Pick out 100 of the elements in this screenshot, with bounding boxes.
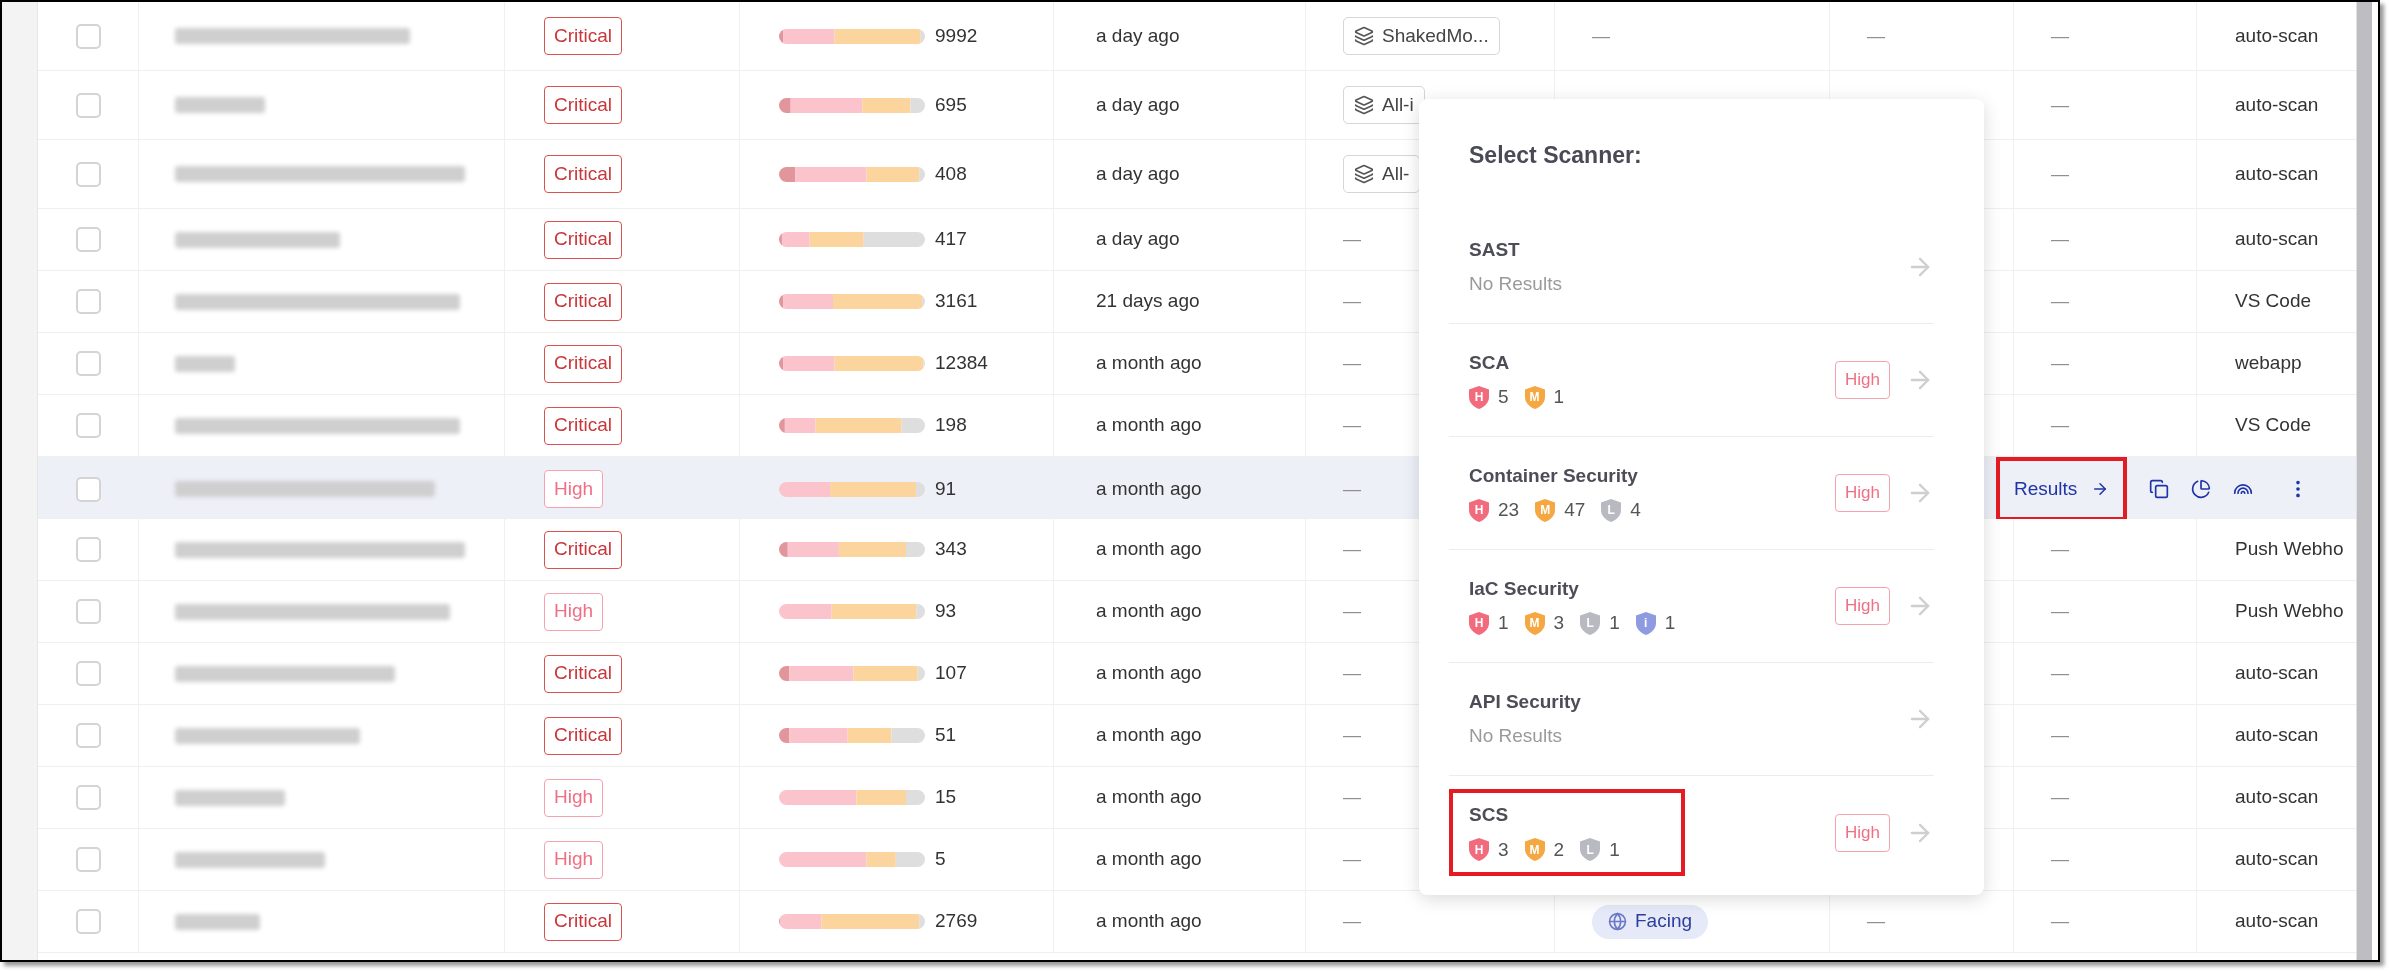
row-checkbox[interactable]: [75, 599, 101, 624]
row-checkbox[interactable]: [75, 289, 101, 314]
severity-shield: L: [1601, 498, 1622, 522]
copy-icon[interactable]: [2149, 479, 2170, 499]
severity-badge: High: [544, 840, 604, 879]
last-scan-date: a month ago: [1096, 599, 1202, 624]
row-checkbox[interactable]: [75, 161, 101, 187]
scanner-option[interactable]: SCA H 5 M 1 High: [1449, 324, 1934, 437]
severity-badge: Critical: [544, 902, 623, 941]
last-scan-date: a day ago: [1096, 23, 1180, 48]
severity-badge: Critical: [544, 654, 623, 693]
scan-source: auto-scan: [2235, 161, 2319, 186]
pie-chart-icon[interactable]: [2191, 479, 2212, 499]
severity-shield: L: [1580, 611, 1601, 635]
row-checkbox[interactable]: [75, 23, 101, 49]
empty-dash: —: [1343, 414, 1361, 437]
severity-badge: Critical: [544, 344, 623, 383]
empty-dash: —: [2051, 290, 2069, 313]
empty-dash: —: [2051, 910, 2069, 933]
scanner-name: Container Security: [1469, 463, 1639, 488]
empty-dash: —: [1343, 786, 1361, 809]
severity-badge: High: [544, 592, 604, 631]
scanner-option[interactable]: Container Security H 23 M 47 L 4 High: [1449, 437, 1934, 550]
row-checkbox[interactable]: [75, 92, 101, 118]
last-scan-date: a month ago: [1096, 413, 1202, 438]
issue-count: 2769: [935, 909, 978, 934]
row-checkbox[interactable]: [75, 909, 101, 934]
table-row[interactable]: Critical 2769 a month ago — Facing — — auto-scan: [38, 891, 2356, 953]
severity-badge: High: [544, 470, 604, 508]
last-scan-date: a day ago: [1096, 161, 1180, 186]
finding-count: 1: [1609, 611, 1620, 635]
severity-badge: High: [1835, 474, 1890, 512]
row-checkbox[interactable]: [75, 476, 101, 502]
severity-badge: Critical: [544, 86, 623, 124]
empty-dash: —: [2051, 538, 2069, 561]
row-checkbox[interactable]: [75, 785, 101, 810]
menu-title: Select Scanner:: [1469, 140, 1642, 170]
empty-dash: —: [1343, 477, 1361, 501]
scan-source: auto-scan: [2235, 785, 2319, 810]
scan-source: Push Webho: [2235, 599, 2344, 624]
row-checkbox[interactable]: [75, 537, 101, 562]
finding-count: 1: [1609, 837, 1620, 862]
scan-source: VS Code: [2235, 413, 2312, 438]
scan-source: auto-scan: [2235, 723, 2319, 748]
severity-badge: Critical: [544, 155, 623, 193]
issue-count: 12384: [935, 351, 988, 376]
row-checkbox[interactable]: [75, 351, 101, 376]
severity-badge: Critical: [544, 716, 623, 755]
scanner-option[interactable]: IaC Security H 1 M 3 L 1 i 1 High: [1449, 550, 1934, 663]
issue-count: 343: [935, 537, 967, 562]
issue-count: 417: [935, 227, 967, 252]
severity-badge: High: [1835, 361, 1890, 399]
scanner-option[interactable]: SAST No Results: [1449, 211, 1934, 324]
layers-icon: [1354, 95, 1374, 115]
issue-count: 5: [935, 847, 946, 872]
project-chip[interactable]: ShakedMo...: [1343, 17, 1500, 55]
row-checkbox[interactable]: [75, 413, 101, 438]
last-scan-date: a month ago: [1096, 476, 1202, 501]
scan-source: auto-scan: [2235, 847, 2319, 872]
empty-dash: —: [1343, 910, 1361, 933]
scan-source: auto-scan: [2235, 92, 2319, 117]
layers-icon: [1354, 26, 1374, 46]
severity-badge: High: [544, 778, 604, 817]
issue-count: 408: [935, 161, 967, 186]
empty-dash: —: [2051, 600, 2069, 623]
empty-dash: —: [1343, 662, 1361, 685]
row-checkbox[interactable]: [75, 661, 101, 686]
scan-source: auto-scan: [2235, 909, 2319, 934]
table-row[interactable]: Critical 9992 a day ago ShakedMo... — — — auto-scan: [38, 2, 2356, 71]
empty-dash: —: [1343, 600, 1361, 623]
issue-count: 15: [935, 785, 957, 810]
row-checkbox[interactable]: [75, 227, 101, 252]
empty-dash: —: [1343, 538, 1361, 561]
finding-count: 23: [1498, 498, 1520, 522]
scan-source: webapp: [2235, 351, 2302, 376]
redacted-text: [175, 355, 235, 372]
row-checkbox[interactable]: [75, 847, 101, 872]
scan-source: auto-scan: [2235, 23, 2319, 48]
scanner-status: No Results: [1469, 724, 1563, 748]
finding-count: 1: [1498, 611, 1509, 635]
finding-count: 3: [1498, 837, 1509, 862]
severity-badge: Critical: [544, 282, 623, 321]
empty-dash: —: [1343, 848, 1361, 871]
issue-count: 91: [935, 476, 957, 501]
empty-dash: —: [2051, 162, 2069, 186]
last-scan-date: a month ago: [1096, 785, 1202, 810]
empty-dash: —: [1343, 352, 1361, 375]
severity-shield: M: [1524, 385, 1545, 409]
empty-dash: —: [2051, 662, 2069, 685]
empty-dash: —: [2051, 848, 2069, 871]
issue-count: 93: [935, 599, 957, 624]
row-checkbox[interactable]: [75, 723, 101, 748]
finding-count: 3: [1553, 611, 1565, 635]
severity-shield: L: [1580, 838, 1601, 862]
scrollbar[interactable]: [2356, 2, 2372, 960]
severity-badge: Critical: [544, 220, 623, 259]
empty-dash: —: [2051, 414, 2069, 437]
scanner-option[interactable]: API Security No Results: [1449, 663, 1934, 776]
severity-shield: H: [1469, 498, 1489, 522]
last-scan-date: a month ago: [1096, 537, 1202, 562]
